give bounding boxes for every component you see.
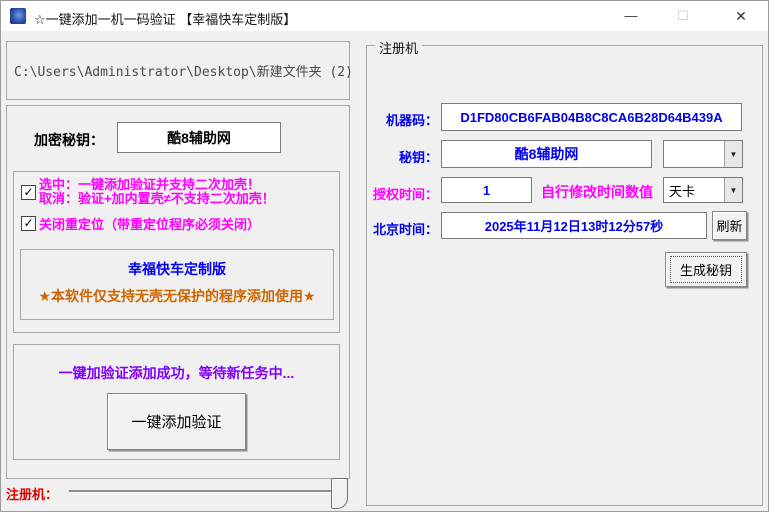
generate-key-label: 生成秘钥 (669, 256, 742, 283)
card-type-value: 天卡 (669, 183, 696, 199)
auth-time-input[interactable] (441, 177, 532, 203)
add-verification-label: 一键添加验证 (131, 414, 222, 431)
encrypt-key-input[interactable] (117, 122, 281, 153)
app-icon (10, 8, 26, 24)
target-path: C:\Users\Administrator\Desktop\新建文件夹 (2) (14, 65, 353, 80)
verify-checkbox[interactable]: ✓ (21, 185, 36, 200)
close-button[interactable]: ✕ (718, 1, 764, 31)
status-message: 一键加验证添加成功，等待新任务中... (58, 365, 295, 381)
check-icon: ✓ (23, 216, 34, 230)
auth-time-hint: 自行修改时间数值 (541, 184, 653, 200)
minimize-button[interactable]: — (608, 1, 654, 31)
keygen-group-title: 注册机 (375, 38, 423, 57)
target-path-panel: C:\Users\Administrator\Desktop\新建文件夹 (2) (6, 41, 353, 100)
app-window: ☆一键添加一机一码验证 【幸福快车定制版】 — ☐ ✕ C:\Users\Adm… (0, 0, 769, 512)
window-title: ☆一键添加一机一码验证 【幸福快车定制版】 (34, 12, 297, 27)
secret-key-input[interactable] (441, 140, 652, 168)
edition-title: 幸福快车定制版 (128, 261, 226, 277)
verify-option-line1[interactable]: 选中：一键添加验证并支持二次加壳！ (39, 178, 260, 192)
check-icon: ✓ (23, 185, 34, 199)
progress-slider-track[interactable] (69, 490, 347, 493)
beijing-time-input[interactable] (441, 212, 707, 239)
machine-code-input[interactable] (441, 103, 742, 131)
encrypt-key-label: 加密秘钥： (34, 132, 104, 148)
refresh-label: 刷新 (716, 219, 743, 234)
machine-code-label: 机器码： (385, 113, 438, 128)
beijing-time-label: 北京时间： (372, 222, 438, 237)
key-type-combobox[interactable]: ▼ (663, 140, 743, 168)
chevron-down-icon[interactable]: ▼ (724, 141, 742, 167)
auth-time-label: 授权时间： (372, 187, 438, 202)
progress-slider-thumb[interactable] (331, 478, 348, 509)
keygen-bottom-label: 注册机： (6, 487, 59, 502)
edition-panel: 幸福快车定制版 ★本软件仅支持无壳无保护的程序添加使用★ (20, 249, 334, 320)
card-type-combobox[interactable]: 天卡 ▼ (663, 177, 743, 203)
refresh-button[interactable]: 刷新 (712, 211, 747, 240)
relocation-option-label[interactable]: 关闭重定位（带重定位程序必须关闭） (39, 214, 260, 233)
maximize-button: ☐ (677, 8, 689, 23)
secret-key-label: 秘钥： (398, 150, 438, 165)
relocation-checkbox[interactable]: ✓ (21, 216, 36, 231)
add-verification-button[interactable]: 一键添加验证 (107, 393, 246, 450)
title-bar: ☆一键添加一机一码验证 【幸福快车定制版】 — ☐ ✕ (1, 1, 768, 31)
edition-warning: ★本软件仅支持无壳无保护的程序添加使用★ (38, 288, 316, 304)
generate-key-button[interactable]: 生成秘钥 (665, 252, 747, 287)
key-type-value (669, 141, 724, 167)
chevron-down-icon[interactable]: ▼ (724, 178, 742, 202)
verify-option-line2: 取消：验证+加内置壳≠不支持二次加壳！ (39, 191, 275, 206)
